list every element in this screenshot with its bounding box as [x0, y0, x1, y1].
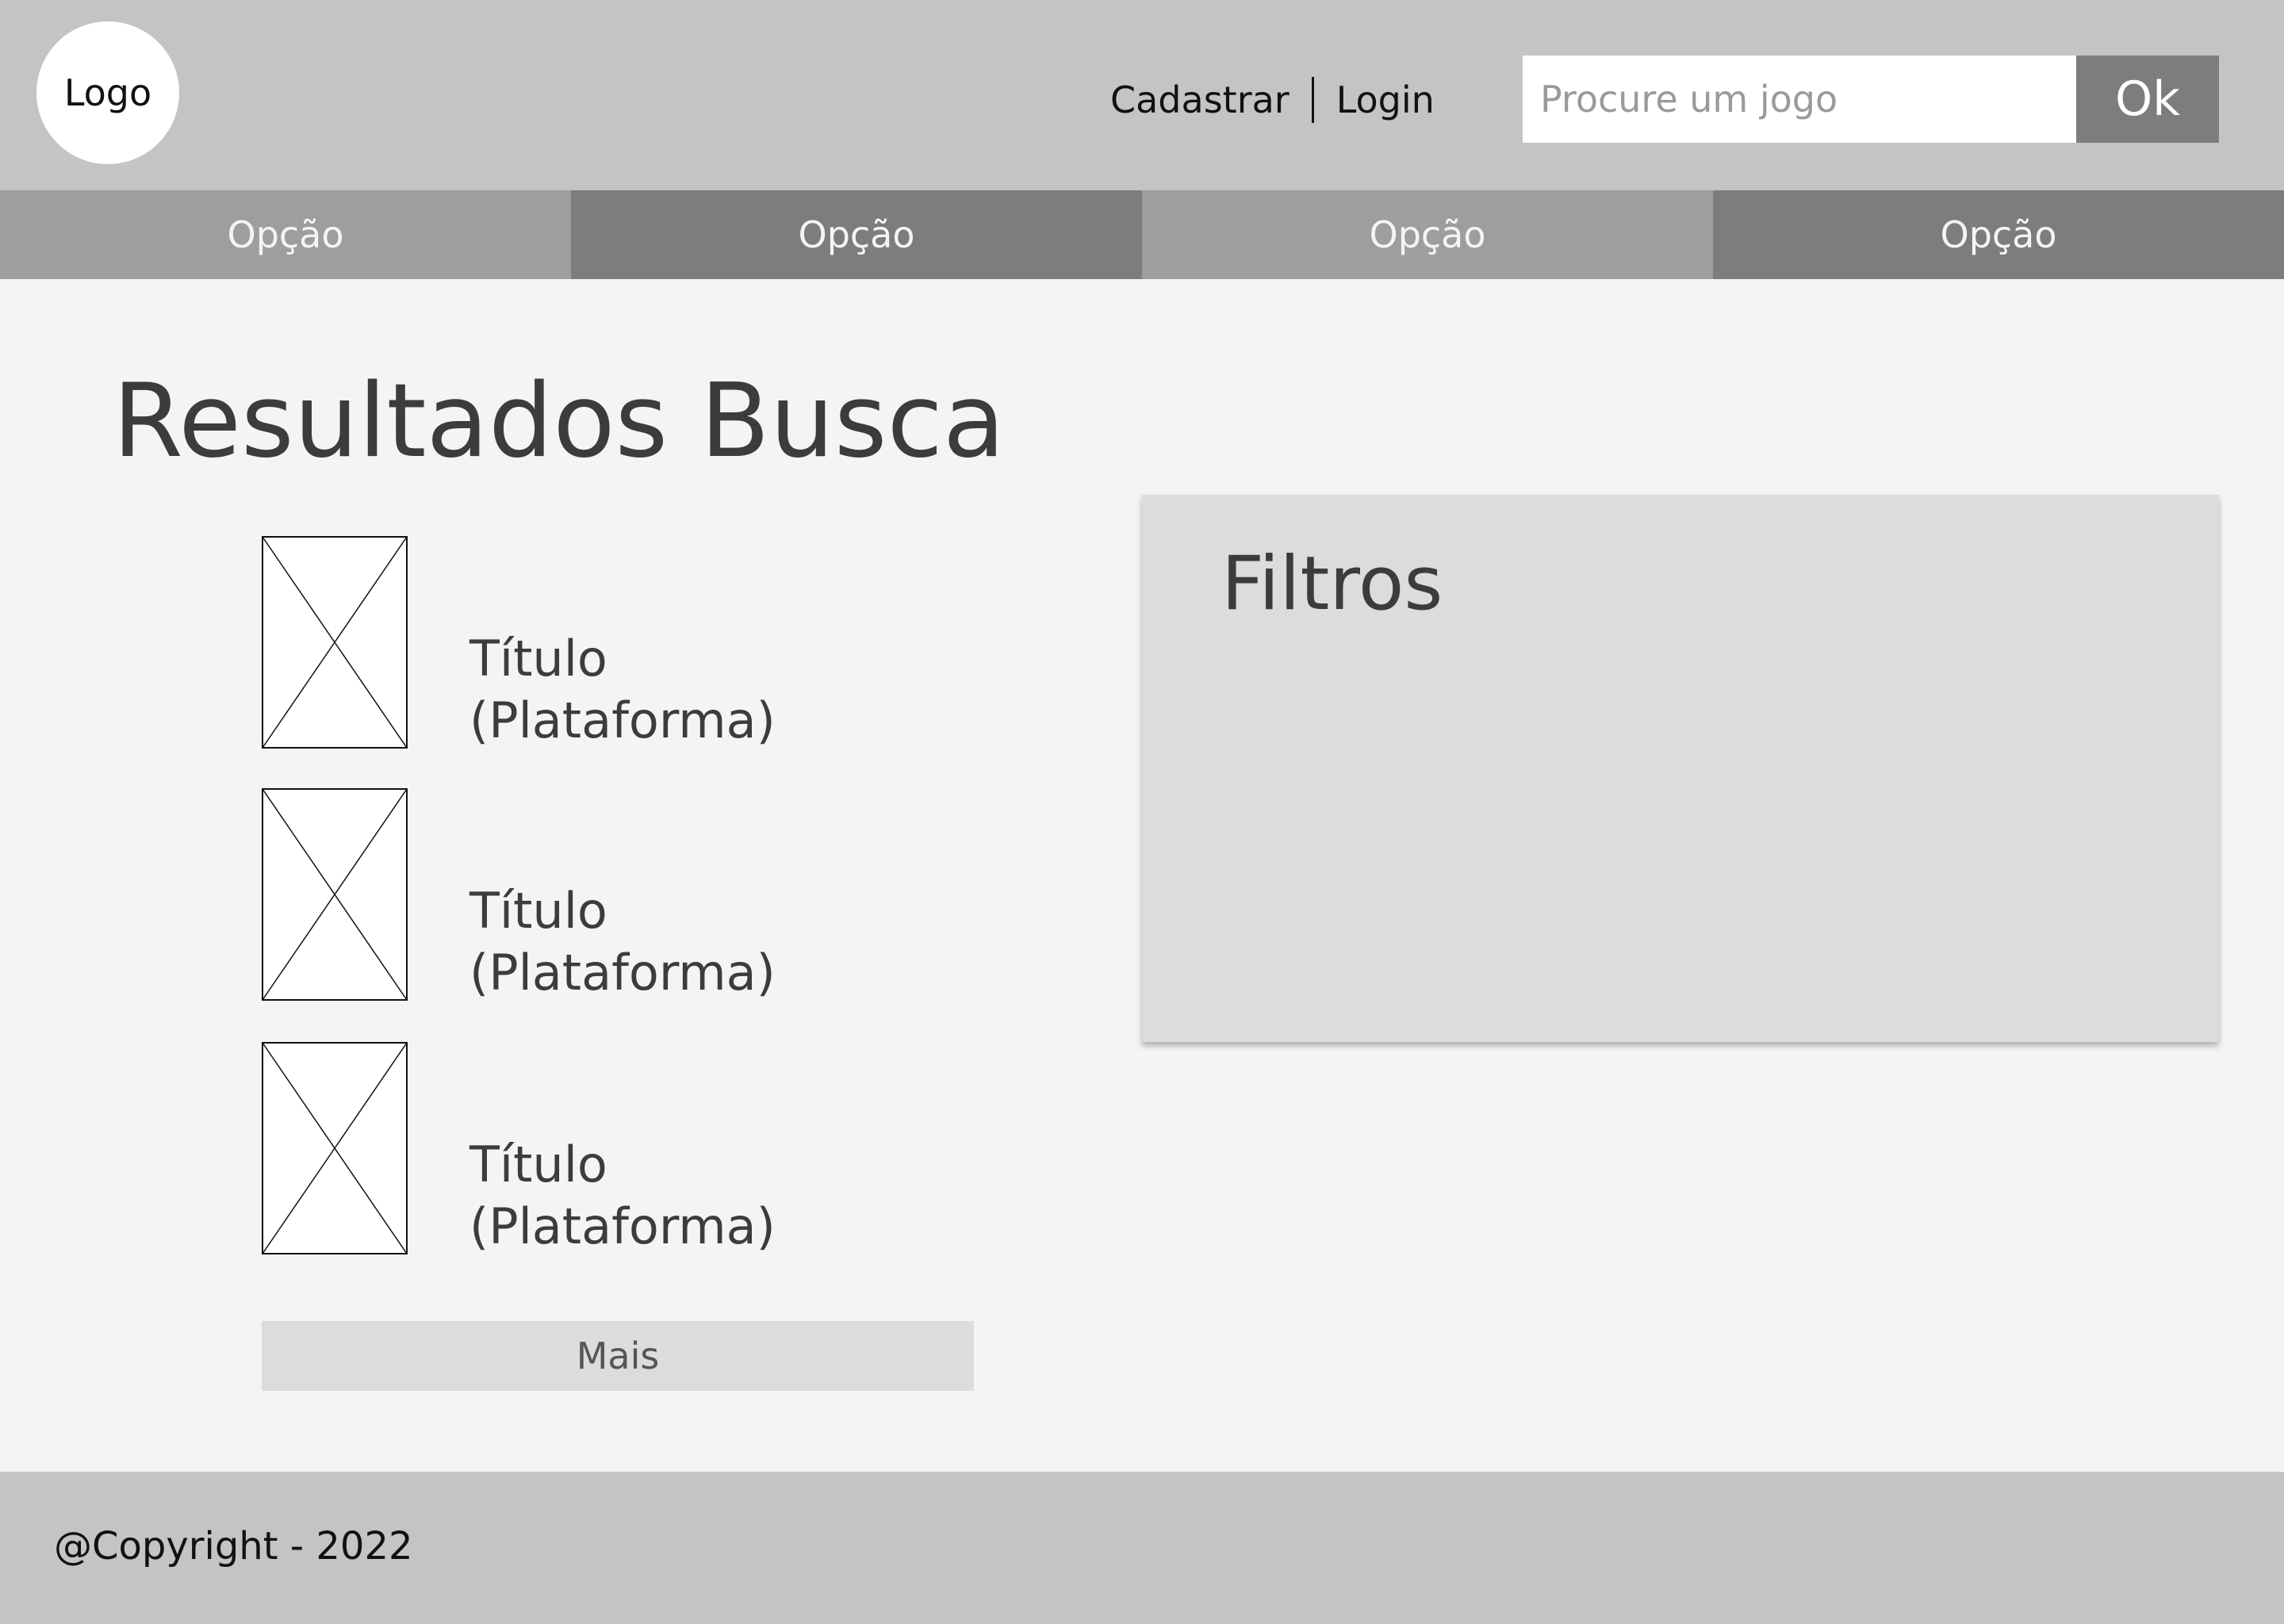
logo-text: Logo — [63, 71, 152, 114]
filters-title: Filtros — [1221, 541, 1443, 627]
auth-divider — [1311, 77, 1314, 123]
filters-panel: Filtros — [1142, 495, 2219, 1042]
result-platform: (Plataforma) — [469, 1197, 776, 1255]
register-link[interactable]: Cadastrar — [1110, 79, 1290, 121]
result-item[interactable]: Título (Plataforma) — [262, 536, 817, 749]
result-platform: (Plataforma) — [469, 691, 776, 749]
image-placeholder-icon — [262, 788, 408, 1001]
image-placeholder-icon — [262, 536, 408, 749]
nav-item-1[interactable]: Opção — [0, 190, 571, 279]
login-link[interactable]: Login — [1336, 79, 1435, 121]
result-title: Título — [469, 882, 607, 940]
nav-item-2[interactable]: Opção — [571, 190, 1142, 279]
result-info: Título (Plataforma) — [469, 1134, 776, 1258]
footer: @Copyright - 2022 — [0, 1472, 2284, 1624]
result-item[interactable]: Título (Plataforma) — [262, 1042, 817, 1255]
search-button[interactable]: Ok — [2076, 56, 2219, 143]
nav-item-3[interactable]: Opção — [1142, 190, 1713, 279]
result-item[interactable]: Título (Plataforma) — [262, 788, 817, 1004]
result-info: Título (Plataforma) — [469, 628, 776, 752]
auth-links: Cadastrar Login — [1110, 73, 1435, 127]
result-platform: (Plataforma) — [469, 944, 776, 1002]
page-title: Resultados Busca — [113, 362, 1006, 481]
header: Logo Cadastrar Login Ok — [0, 0, 2284, 190]
nav-item-4[interactable]: Opção — [1713, 190, 2284, 279]
search-input[interactable] — [1523, 56, 2076, 143]
main-nav: Opção Opção Opção Opção — [0, 190, 2284, 279]
result-title: Título — [469, 1136, 607, 1193]
logo[interactable]: Logo — [36, 21, 179, 164]
copyright-text: @Copyright - 2022 — [54, 1524, 413, 1568]
image-placeholder-icon — [262, 1042, 408, 1254]
result-title: Título — [469, 630, 607, 688]
more-button[interactable]: Mais — [262, 1321, 974, 1391]
result-info: Título (Plataforma) — [469, 880, 776, 1004]
